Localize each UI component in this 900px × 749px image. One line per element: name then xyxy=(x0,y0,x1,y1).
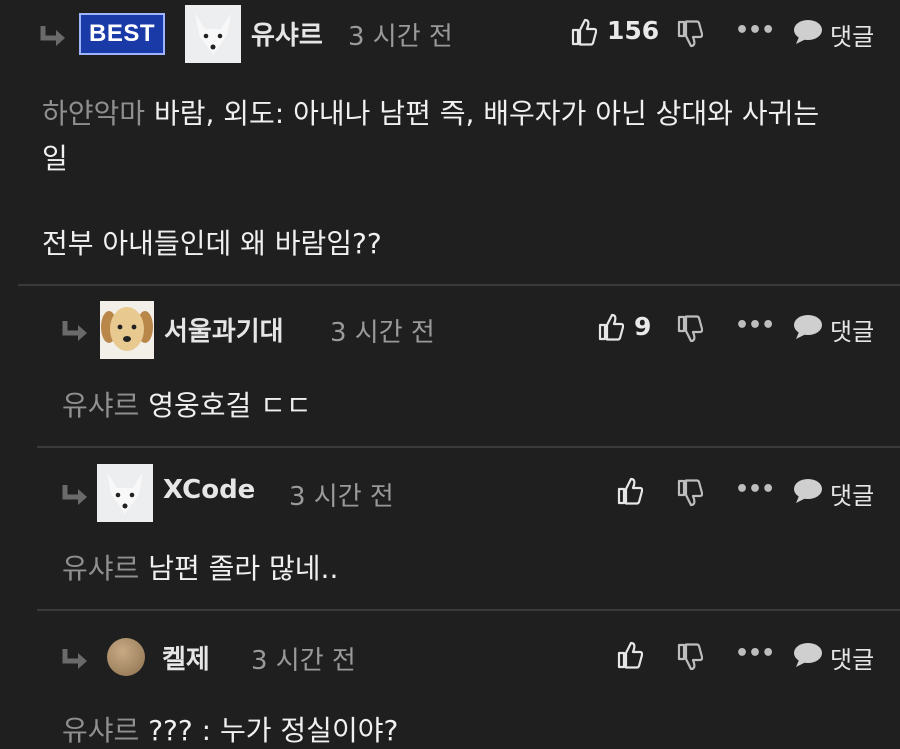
author-name[interactable]: 서울과기대 xyxy=(164,311,284,348)
author-name[interactable]: XCode xyxy=(163,475,255,505)
avatar[interactable] xyxy=(185,5,241,63)
thumbs-up-icon[interactable] xyxy=(571,18,597,46)
mention[interactable]: 유샤르 xyxy=(62,714,139,747)
divider xyxy=(37,609,900,611)
comment-body-line: 하얀악마 바람, 외도: 아내나 남편 즉, 배우자가 아닌 상대와 사귀는 xyxy=(42,97,820,130)
more-options-icon[interactable]: ••• xyxy=(735,477,775,502)
thumbs-down-icon[interactable] xyxy=(677,20,703,48)
thumbs-down-icon[interactable] xyxy=(677,479,703,507)
reply-arrow-icon xyxy=(62,485,87,505)
thumbs-up-icon[interactable] xyxy=(617,477,643,505)
thumbs-down-icon[interactable] xyxy=(677,315,703,343)
like-count: 9 xyxy=(634,312,652,341)
thumbs-up-icon[interactable] xyxy=(598,313,624,341)
speech-bubble-icon[interactable] xyxy=(793,478,823,504)
mention[interactable]: 유샤르 xyxy=(62,552,139,585)
comment-body-line: 유샤르 남편 졸라 많네.. xyxy=(62,552,339,585)
speech-bubble-icon[interactable] xyxy=(793,314,823,340)
more-options-icon[interactable]: ••• xyxy=(735,641,775,666)
mention[interactable]: 하얀악마 xyxy=(42,97,145,130)
avatar[interactable] xyxy=(100,301,154,359)
thumbs-down-icon[interactable] xyxy=(677,643,703,671)
like-count: 156 xyxy=(607,16,660,45)
speech-bubble-icon[interactable] xyxy=(793,642,823,668)
reply-button[interactable]: 댓글 xyxy=(830,312,874,347)
white-fox-avatar-icon xyxy=(97,464,153,522)
reply-button[interactable]: 댓글 xyxy=(830,17,874,52)
timestamp: 3 시간 전 xyxy=(289,482,394,512)
divider xyxy=(37,446,900,448)
author-name[interactable]: 켈제 xyxy=(162,639,210,676)
reply-arrow-icon xyxy=(40,26,65,46)
avatar[interactable] xyxy=(107,638,145,676)
comment-body-line: 유샤르 영웅호걸 ㄷㄷ xyxy=(62,389,312,422)
mention[interactable]: 유샤르 xyxy=(62,389,139,422)
reply-arrow-icon xyxy=(62,649,87,669)
author-name[interactable]: 유샤르 xyxy=(251,15,323,52)
timestamp: 3 시간 전 xyxy=(251,646,356,676)
comment-body-line: 유샤르 ??? : 누가 정실이야? xyxy=(62,714,399,747)
white-fox-avatar-icon xyxy=(185,5,241,63)
thumbs-up-icon[interactable] xyxy=(617,641,643,669)
reply-button[interactable]: 댓글 xyxy=(830,640,874,675)
reply-button[interactable]: 댓글 xyxy=(830,476,874,511)
puppy-avatar-icon xyxy=(100,301,154,359)
best-badge: BEST xyxy=(79,13,165,55)
comment-body-line: 일 xyxy=(42,142,68,175)
avatar[interactable] xyxy=(97,464,153,522)
comment-body-line: 전부 아내들인데 왜 바람임?? xyxy=(42,227,382,260)
timestamp: 3 시간 전 xyxy=(348,22,453,52)
more-options-icon[interactable]: ••• xyxy=(735,313,775,338)
timestamp: 3 시간 전 xyxy=(330,318,435,348)
divider xyxy=(18,284,900,286)
more-options-icon[interactable]: ••• xyxy=(735,18,775,43)
reply-arrow-icon xyxy=(62,321,87,341)
speech-bubble-icon[interactable] xyxy=(793,19,823,45)
